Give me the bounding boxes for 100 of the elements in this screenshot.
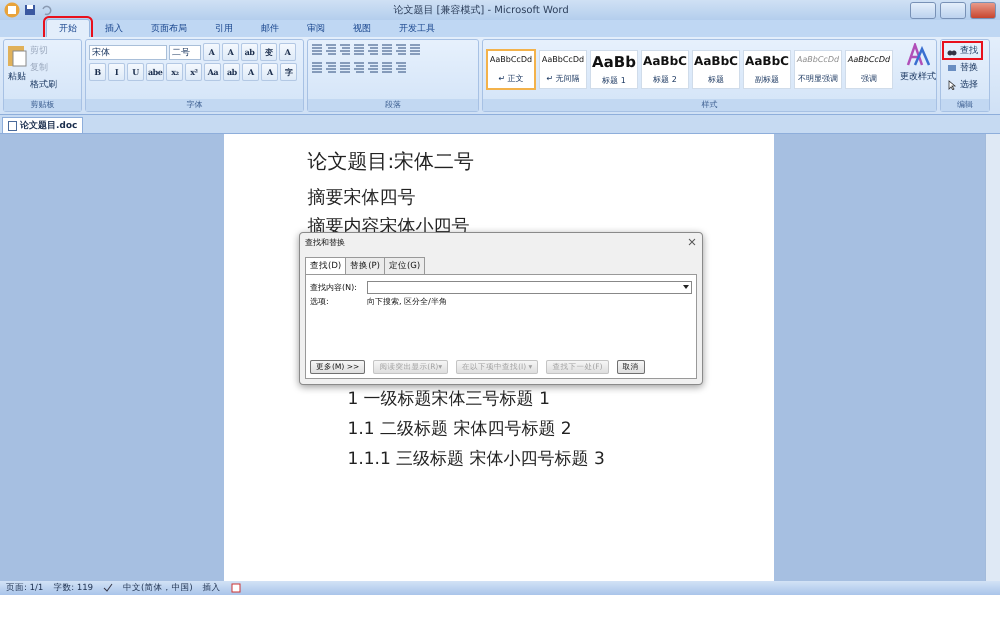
font-tool[interactable]: x² (185, 63, 202, 81)
document-text: 论文题目:宋体二号 (308, 148, 476, 175)
list-icon (381, 43, 393, 55)
save-icon (24, 4, 36, 16)
style-label: ↵ 正文 (498, 72, 524, 84)
style-label: 标题 2 (653, 74, 677, 85)
paste-icon (7, 43, 27, 67)
style-card[interactable]: AaBbC 标题 2 (641, 50, 689, 89)
style-label: 强调 (861, 72, 877, 84)
paste-button[interactable]: 粘贴 (8, 69, 26, 84)
dialog-tab[interactable]: 替换(P) (345, 257, 385, 275)
font-tool[interactable]: Aa (204, 63, 222, 81)
style-card[interactable]: AaBbCcDd ↵ 正文 (486, 49, 536, 90)
office-logo-icon (4, 2, 20, 18)
style-label: 标题 (708, 74, 724, 85)
style-preview: AaBbC (694, 54, 738, 68)
editing-button[interactable]: 选择 (944, 77, 981, 92)
options-label: 选项: (310, 296, 330, 307)
font-name-field[interactable]: 宋体 (89, 44, 167, 60)
document-text: 1.1 二级标题 宋体四号标题 2 (348, 418, 573, 440)
font-tool[interactable]: A (222, 43, 239, 61)
style-card[interactable]: AaBbCcDd 不明显强调 (794, 50, 842, 89)
dialog-tab[interactable]: 查找(D) (305, 257, 346, 275)
style-label: 副标题 (755, 74, 779, 85)
macro-icon (230, 583, 241, 593)
ribbon-tab[interactable]: 引用 (202, 19, 246, 37)
group-label: 字体 (86, 99, 303, 111)
ribbon-tab[interactable]: 插入 (92, 19, 136, 37)
font-tool[interactable]: x₂ (166, 63, 184, 81)
list-icon (395, 43, 407, 55)
font-tool[interactable]: A (203, 43, 220, 61)
proofing-icon (103, 583, 114, 593)
cursor-icon (947, 80, 957, 90)
ribbon-tab[interactable]: 开发工具 (386, 19, 448, 37)
style-card[interactable]: AaBb 标题 1 (590, 50, 638, 89)
align-icon (353, 61, 365, 73)
list-icon (325, 43, 337, 55)
font-tool[interactable]: A (242, 63, 260, 81)
align-icon (395, 61, 407, 73)
dialog-title: 查找和替换 (305, 236, 345, 248)
editing-button[interactable]: 替换 (944, 60, 981, 75)
document-tab[interactable]: 论文题目.doc (2, 117, 84, 133)
status-text: 字数: 119 (53, 582, 94, 594)
list-icon (339, 43, 351, 55)
style-preview: AaBbCcDd (796, 55, 840, 64)
style-preview: AaBbCcDd (542, 55, 584, 64)
dropdown-icon (681, 282, 691, 291)
group-label: 样式 (483, 99, 936, 111)
style-card[interactable]: AaBbCcDd ↵ 无间隔 (539, 50, 587, 89)
style-card[interactable]: AaBbC 副标题 (743, 50, 791, 89)
dialog-tab[interactable]: 定位(G) (384, 257, 426, 275)
document-text: 摘要宋体四号 (308, 186, 416, 209)
align-icon (381, 61, 393, 73)
close-button[interactable] (970, 2, 996, 18)
font-size-field[interactable]: 二号 (169, 44, 201, 60)
style-preview: AaBbC (745, 54, 789, 68)
ribbon-tab[interactable]: 邮件 (248, 19, 292, 37)
list-icon (311, 43, 323, 55)
status-text: 中文(简体，中国) (123, 582, 193, 594)
font-tool[interactable]: A (261, 63, 278, 81)
ribbon-tab[interactable]: 视图 (340, 19, 384, 37)
maximize-button[interactable] (940, 2, 966, 18)
ribbon-tab[interactable]: 开始 (46, 19, 90, 37)
window-title: 论文题目 [兼容模式] - Microsoft Word (392, 4, 570, 17)
font-tool[interactable]: U (127, 63, 144, 81)
editing-button[interactable]: 查找 (944, 43, 981, 58)
align-icon (325, 61, 337, 73)
clipboard-button[interactable]: 格式刷 (30, 77, 57, 92)
styles-icon (906, 43, 930, 67)
style-card[interactable]: AaBbCcDd 强调 (845, 50, 893, 89)
style-card[interactable]: AaBbC 标题 (692, 50, 740, 89)
undo-icon (40, 4, 52, 16)
vertical-scrollbar[interactable] (985, 134, 1000, 581)
list-icon (409, 43, 421, 55)
status-text: 页面: 1/1 (6, 582, 44, 594)
font-tool[interactable]: ab (241, 43, 258, 61)
align-icon (311, 61, 323, 73)
align-icon (339, 61, 351, 73)
find-field[interactable] (367, 281, 692, 294)
replace-icon (947, 62, 957, 72)
font-tool[interactable]: I (108, 63, 125, 81)
minimize-button[interactable] (910, 2, 936, 18)
font-tool[interactable]: 字 (280, 63, 298, 81)
group-label: 编辑 (941, 99, 989, 111)
font-tool[interactable]: A (279, 43, 296, 61)
list-icon (353, 43, 365, 55)
group-label: 段落 (308, 99, 478, 111)
document-icon (8, 120, 17, 130)
font-tool[interactable]: 变 (260, 43, 277, 61)
style-preview: AaBb (592, 53, 636, 71)
font-tool[interactable]: abe (146, 63, 164, 81)
font-tool[interactable]: B (89, 63, 106, 81)
style-label: 标题 1 (602, 75, 626, 86)
ribbon-tab[interactable]: 审阅 (294, 19, 338, 37)
group-label: 剪贴板 (4, 99, 81, 111)
style-preview: AaBbCcDd (490, 55, 532, 64)
change-styles-button[interactable]: 更改样式 (900, 69, 936, 84)
close-icon (687, 237, 697, 247)
font-tool[interactable]: ab (223, 63, 240, 81)
ribbon-tab[interactable]: 页面布局 (138, 19, 200, 37)
